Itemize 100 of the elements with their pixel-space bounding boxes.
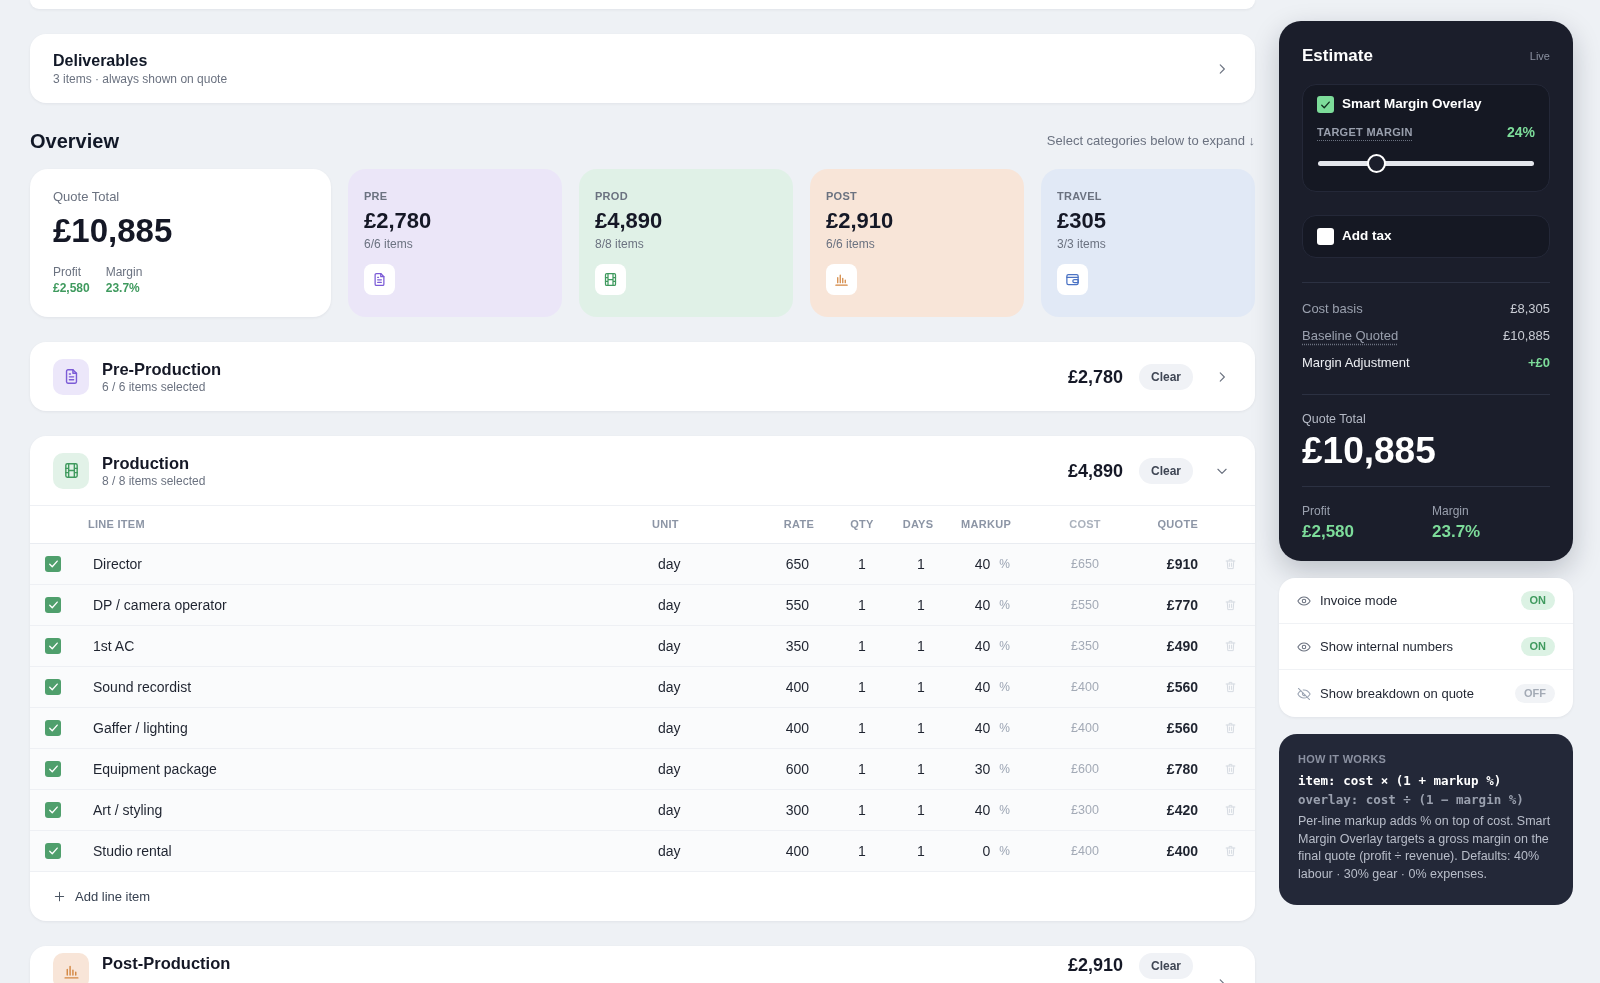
table-cell-text: £400 — [1071, 678, 1099, 696]
table-cell-text: 1 — [858, 554, 866, 574]
table-cell-text: 400 — [785, 841, 809, 861]
category-count: 6/6 items — [364, 236, 413, 252]
category-total: £2,780 — [364, 207, 432, 235]
clear-button[interactable]: Clear — [1138, 457, 1193, 484]
summary-total: £10,885 — [53, 213, 173, 249]
slider-thumb[interactable] — [1366, 154, 1386, 173]
stat-value: 23.7% — [105, 280, 140, 296]
column-header: MARKUP — [961, 517, 1011, 533]
table-cell-text: £400 — [1071, 719, 1099, 737]
check-icon — [1320, 99, 1331, 110]
eye-slash-icon — [1297, 686, 1311, 701]
column-header: QTY — [850, 517, 874, 533]
category-label: POST — [826, 189, 858, 203]
unit-suffix: % — [999, 843, 1010, 860]
stat-label: Profit — [53, 264, 81, 280]
table-cell-text: 300 — [785, 800, 809, 820]
checkbox[interactable] — [45, 556, 61, 572]
table-cell-text: 400 — [785, 718, 809, 738]
section-total: £2,910 — [1067, 954, 1123, 977]
formula-text: overlay: cost ÷ (1 − margin %) — [1298, 791, 1524, 809]
section-total: £4,890 — [1067, 459, 1123, 483]
table-cell-text: £560 — [1166, 718, 1198, 738]
table-cell-text: day — [658, 841, 681, 861]
table-cell-text: 1 — [917, 554, 925, 574]
section-heading: Overview — [30, 129, 119, 153]
slider-value: 24% — [1506, 122, 1535, 142]
unit-suffix: % — [999, 761, 1010, 778]
live-label: Live — [1529, 48, 1550, 64]
category-card[interactable]: PROD £4,890 8/8 items — [579, 169, 793, 317]
check-icon — [47, 641, 59, 651]
summary-value: +£0 — [1527, 354, 1550, 373]
table-cell-text: £770 — [1166, 595, 1198, 615]
table-cell-text: 40 — [974, 718, 991, 738]
table-cell-text: 1 — [917, 841, 925, 861]
table-cell-text: 400 — [785, 677, 809, 697]
checkbox[interactable] — [45, 720, 61, 736]
table-cell-text: Studio rental — [93, 841, 172, 861]
table-cell-text: day — [658, 595, 681, 615]
checkbox[interactable] — [45, 638, 61, 654]
check-icon — [47, 846, 59, 856]
deliverables-card[interactable]: Deliverables 3 items · always shown on quote — [30, 34, 1255, 103]
table-cell-text: £650 — [1071, 555, 1099, 573]
clear-button[interactable]: Clear — [1138, 953, 1193, 979]
table-cell-text: 1 — [858, 595, 866, 615]
eye-icon — [1297, 593, 1311, 608]
stat-value: £2,580 — [53, 280, 90, 296]
category-label: TRAVEL — [1057, 189, 1102, 203]
category-total: £305 — [1057, 207, 1106, 235]
check-icon — [47, 600, 59, 610]
table-cell-text: Art / styling — [93, 800, 163, 820]
total-label: Quote Total — [1302, 411, 1366, 427]
check-icon — [47, 559, 59, 569]
summary-value: £8,305 — [1510, 300, 1550, 319]
info-text: Per-line markup adds % on top of cost. Smart Margin Overlay targets a gross margin on the final quote (profit ÷ revenue). Defaults: 40% labour · 30% gear · 0% expenses. — [1298, 813, 1552, 883]
checkbox[interactable] — [1317, 96, 1334, 113]
section-subtitle: 8 / 8 items selected — [102, 472, 206, 489]
category-label: PRE — [364, 189, 388, 203]
table-cell-text: 30 — [974, 759, 991, 779]
info-title: HOW IT WORKS — [1298, 752, 1387, 766]
stat-label: Margin — [1432, 503, 1469, 519]
checkbox[interactable] — [45, 802, 61, 818]
category-card[interactable]: POST £2,910 6/6 items — [810, 169, 1024, 317]
slider-label: TARGET MARGIN — [1317, 124, 1413, 140]
unit-suffix: % — [999, 556, 1010, 573]
checkbox[interactable] — [45, 679, 61, 695]
document-icon — [364, 264, 395, 295]
table-cell-text: 1 — [858, 636, 866, 656]
checkbox[interactable] — [45, 761, 61, 777]
checkbox[interactable] — [45, 597, 61, 613]
table-cell-text: day — [658, 800, 681, 820]
table-cell-text: 600 — [785, 759, 809, 779]
category-count: 8/8 items — [595, 236, 644, 252]
formula-text: item: cost × (1 + markup %) — [1298, 772, 1502, 790]
section-title: Production — [102, 452, 190, 473]
table-cell-text: 1 — [917, 759, 925, 779]
table-cell-text: day — [658, 636, 681, 656]
checkbox[interactable] — [1317, 228, 1334, 245]
table-cell-text: 1 — [858, 718, 866, 738]
unit-suffix: % — [999, 638, 1010, 655]
table-cell-text: Sound recordist — [93, 677, 192, 697]
checkbox-label: Smart Margin Overlay — [1342, 95, 1482, 114]
section-subtitle: 3 items · always shown on quote — [53, 70, 228, 87]
hint-text: Select categories below to expand ↓ — [1046, 132, 1255, 151]
table-cell-text: £400 — [1166, 841, 1198, 861]
category-card[interactable]: PRE £2,780 6/6 items — [348, 169, 562, 317]
clear-button[interactable]: Clear — [1138, 363, 1193, 390]
column-header: QUOTE — [1157, 517, 1198, 533]
toggle-label: Show internal numbers — [1320, 637, 1453, 656]
checkbox[interactable] — [45, 843, 61, 859]
table-cell-text: £420 — [1166, 800, 1198, 820]
summary-label: Baseline Quoted — [1302, 327, 1399, 346]
table-cell-text: 40 — [974, 595, 991, 615]
add-line-item-button[interactable]: Add line item — [54, 886, 151, 907]
table-cell-text: £780 — [1166, 759, 1198, 779]
toggle-label: Invoice mode — [1320, 591, 1398, 610]
summary-label: Quote Total — [53, 189, 120, 205]
category-card[interactable]: TRAVEL £305 3/3 items — [1041, 169, 1255, 317]
check-icon — [47, 805, 59, 815]
